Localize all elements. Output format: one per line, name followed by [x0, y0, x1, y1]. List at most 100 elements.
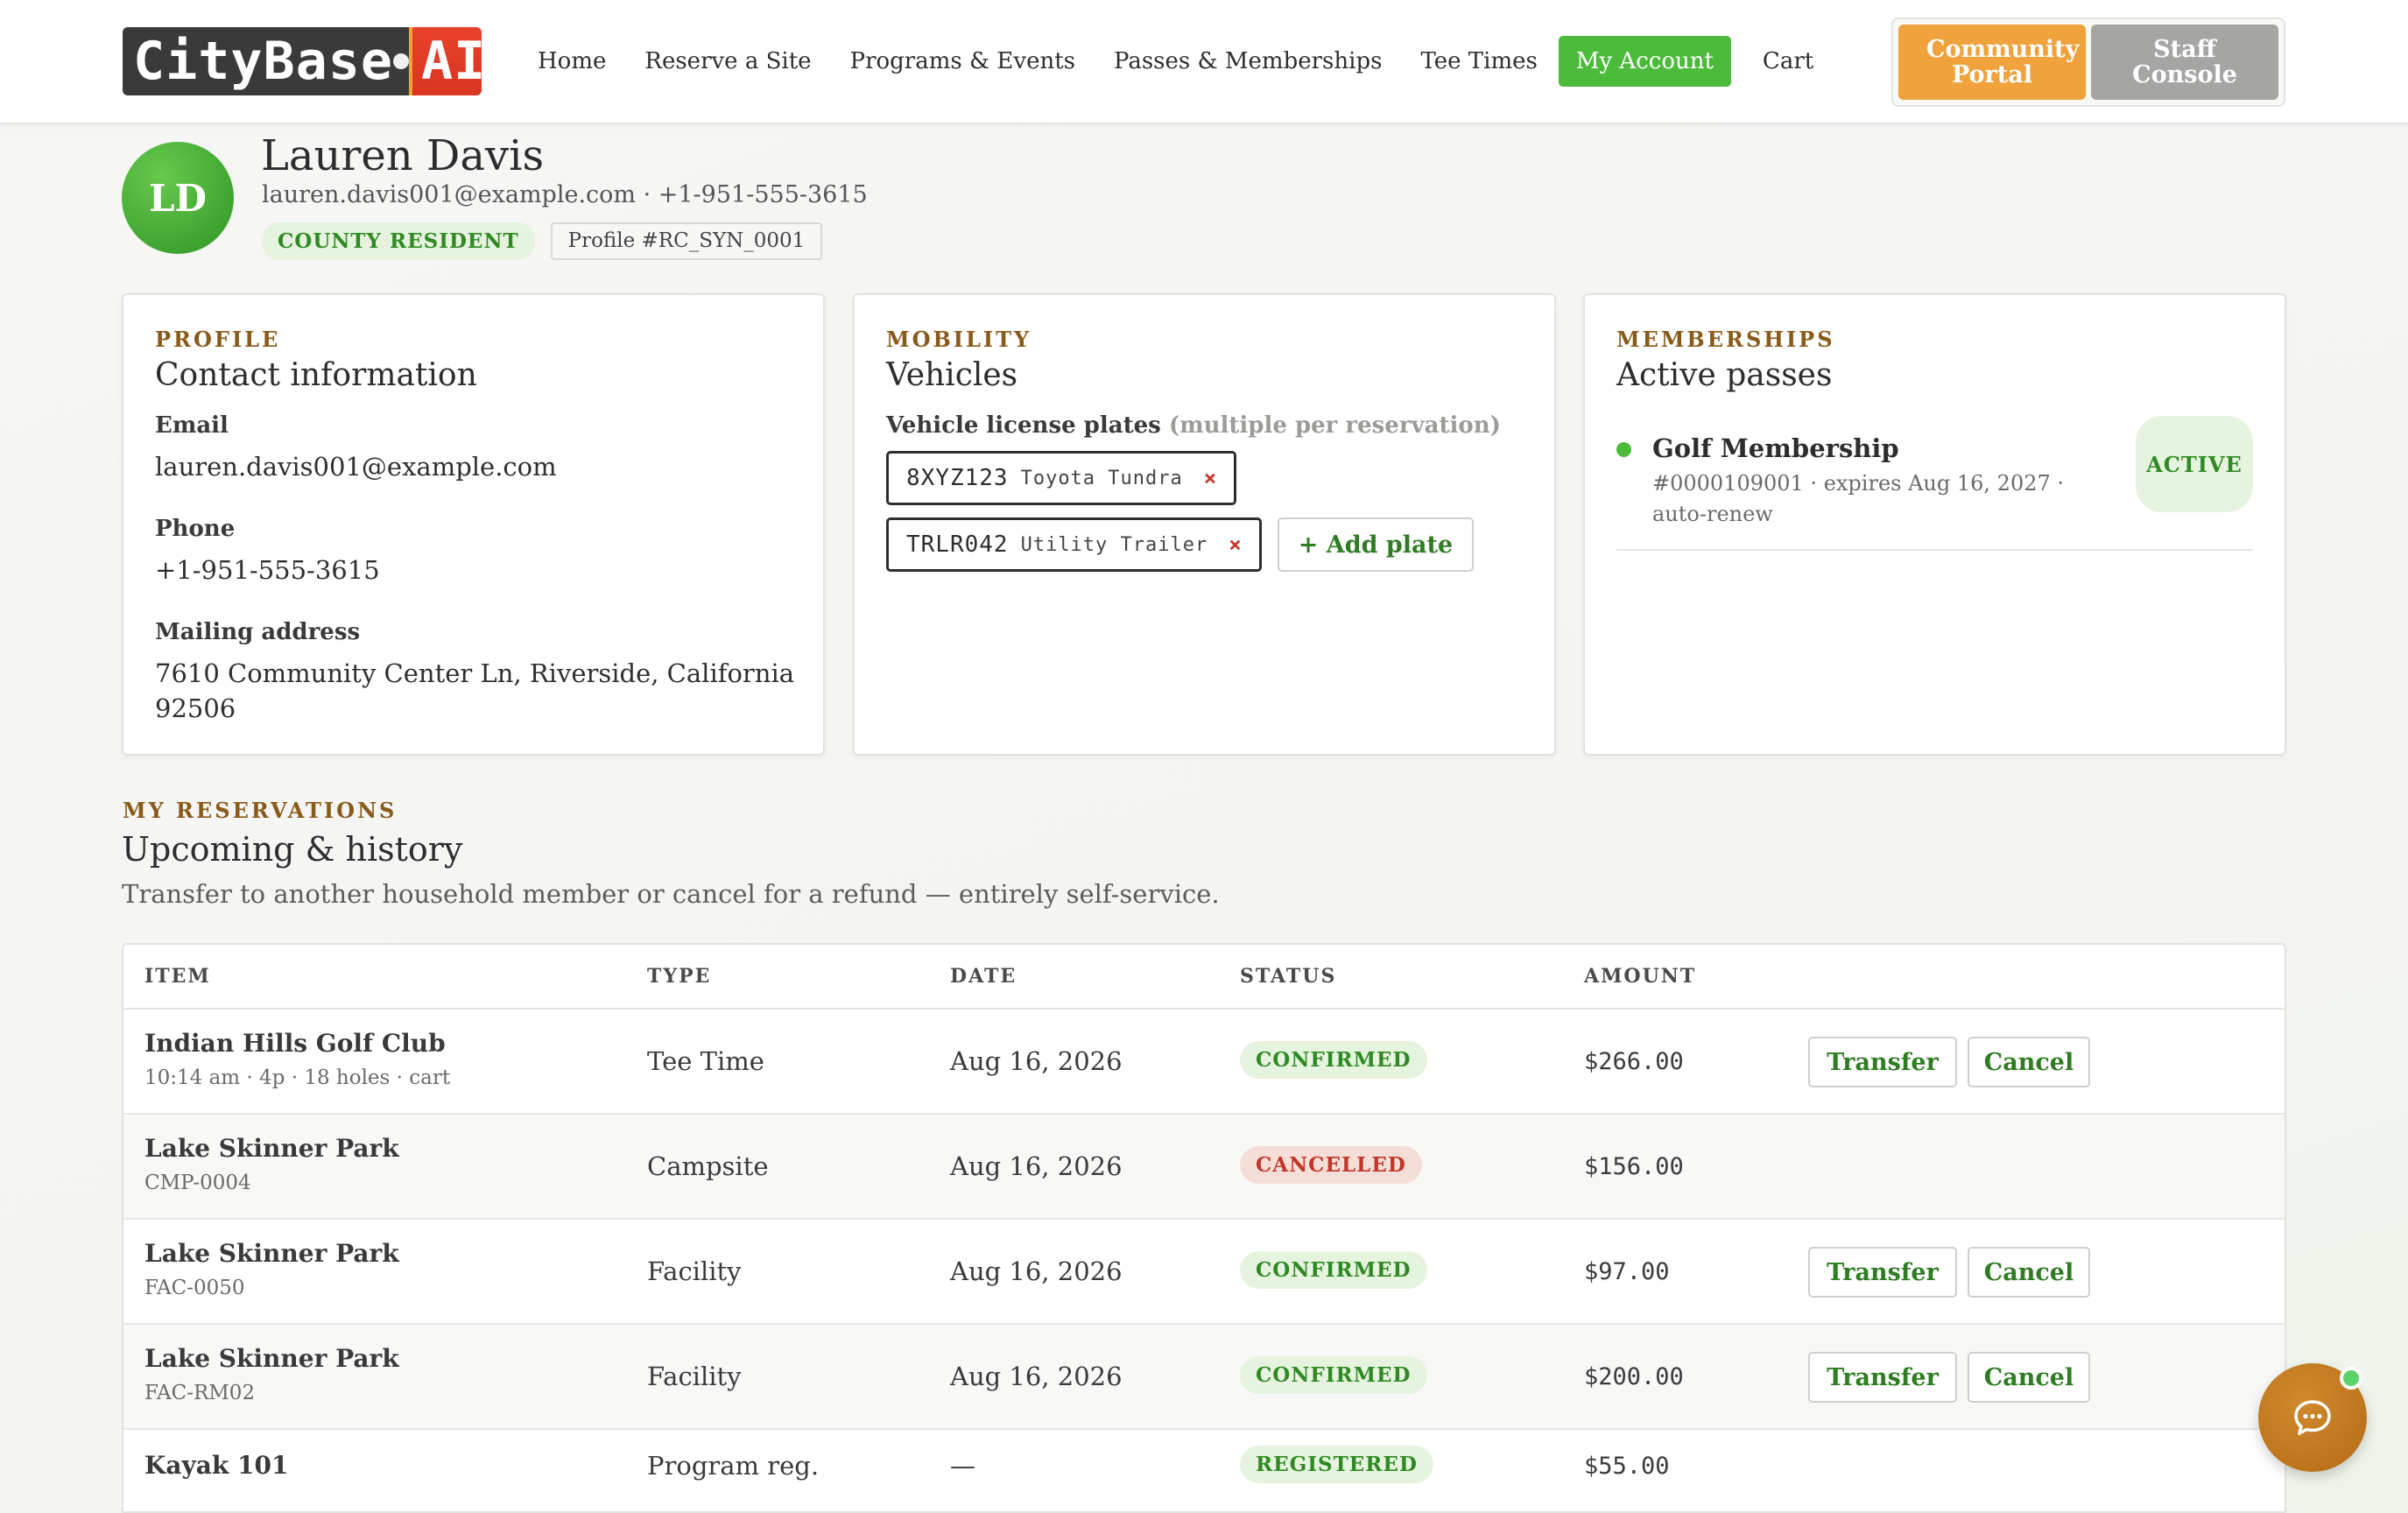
item-detail: FAC-RM02: [144, 1382, 256, 1404]
license-plate-chip: 8XYZ123 Toyota Tundra ×: [886, 451, 1237, 505]
chat-bubble-icon: [2294, 1400, 2331, 1435]
plates-label-text: Vehicle license plates: [886, 412, 1161, 439]
item-name: Lake Skinner Park: [144, 1239, 399, 1268]
item-name: Lake Skinner Park: [144, 1344, 399, 1373]
active-passes-card: MEMBERSHIPS Active passes Golf Membershi…: [1583, 293, 2286, 756]
column-header-date: DATE: [950, 965, 1017, 988]
profile-tags: COUNTY RESIDENT Profile #RC_SYN_0001: [262, 222, 823, 260]
nav-passes-memberships[interactable]: Passes & Memberships: [1114, 48, 1382, 74]
plates-label: Vehicle license plates (multiple per res…: [886, 412, 1523, 439]
date-cell: Aug 16, 2026: [950, 1046, 1123, 1076]
plate-number: 8XYZ123: [906, 465, 1009, 491]
plate-number: TRLR042: [906, 531, 1009, 558]
membership-name: Golf Membership: [1652, 433, 1899, 463]
plate-row: TRLR042 Utility Trailer × + Add plate: [886, 517, 1523, 572]
top-navigation-bar: CityBase AI Home Reserve a Site Programs…: [0, 0, 2408, 124]
membership-detail: #0000109001 · expires Aug 16, 2027 · aut…: [1652, 471, 2065, 526]
active-indicator-dot: [1616, 442, 1631, 457]
type-cell: Tee Time: [647, 1046, 764, 1076]
reservations-eyebrow: MY RESERVATIONS: [123, 798, 398, 823]
profile-name: Lauren Davis: [261, 131, 545, 180]
nav-programs-events[interactable]: Programs & Events: [850, 48, 1075, 74]
reservations-description: Transfer to another household member or …: [122, 879, 1220, 909]
table-row: Lake Skinner Park FAC-0050 Facility Aug …: [123, 1220, 2285, 1325]
item-detail: 10:14 am · 4p · 18 holes · cart: [144, 1066, 451, 1089]
item-cell: Indian Hills Golf Club 10:14 am · 4p · 1…: [144, 1029, 450, 1089]
transfer-button[interactable]: Transfer: [1808, 1352, 1957, 1403]
address-value: 7610 Community Center Ln, Riverside, Cal…: [155, 658, 795, 723]
type-cell: Facility: [647, 1362, 742, 1391]
contact-information-card: PROFILE Contact information Email lauren…: [122, 293, 825, 756]
community-portal-button[interactable]: Community Portal: [1898, 25, 2086, 100]
status-cell: CONFIRMED: [1240, 1356, 1427, 1394]
reservations-title: Upcoming & history: [122, 830, 463, 869]
card-title: Active passes: [1616, 357, 1833, 393]
membership-text: Golf Membership #0000109001 · expires Au…: [1652, 433, 2136, 530]
email-label: Email: [155, 412, 229, 439]
phone-label: Phone: [155, 516, 236, 542]
plate-row: 8XYZ123 Toyota Tundra ×: [886, 451, 1523, 505]
nav-home[interactable]: Home: [538, 48, 606, 74]
avatar: LD: [122, 142, 234, 254]
reservations-table: ITEM TYPE DATE STATUS AMOUNT Indian Hill…: [122, 943, 2286, 1513]
table-row: Lake Skinner Park CMP-0004 Campsite Aug …: [123, 1115, 2285, 1220]
remove-plate-icon[interactable]: ×: [1229, 532, 1241, 557]
cancel-button[interactable]: Cancel: [1968, 1037, 2090, 1087]
type-cell: Campsite: [647, 1151, 769, 1181]
online-status-dot: [2340, 1367, 2362, 1390]
citybase-logo[interactable]: CityBase AI: [123, 27, 482, 95]
plate-vehicle: Utility Trailer: [1020, 533, 1208, 556]
community-portal-label: Community Portal: [1926, 36, 2080, 88]
item-detail: CMP-0004: [144, 1172, 251, 1194]
item-name: Indian Hills Golf Club: [144, 1029, 446, 1058]
card-eyebrow: MOBILITY: [886, 327, 1032, 352]
membership-item[interactable]: Golf Membership #0000109001 · expires Au…: [1616, 416, 2253, 551]
column-header-status: STATUS: [1240, 965, 1337, 988]
card-eyebrow: MEMBERSHIPS: [1616, 327, 1835, 352]
license-plate-chip: TRLR042 Utility Trailer ×: [886, 517, 1262, 572]
status-cell: REGISTERED: [1240, 1446, 1433, 1483]
cancel-button[interactable]: Cancel: [1968, 1247, 2090, 1298]
remove-plate-icon[interactable]: ×: [1204, 466, 1216, 490]
table-row: Kayak 101 Program reg. — REGISTERED $55.…: [123, 1430, 2285, 1509]
status-badge: CONFIRMED: [1240, 1356, 1427, 1394]
item-cell: Lake Skinner Park FAC-0050: [144, 1239, 399, 1299]
logo-wordmark: CityBase: [123, 27, 393, 95]
date-cell: Aug 16, 2026: [950, 1362, 1123, 1391]
nav-cart[interactable]: Cart: [1763, 48, 1813, 74]
status-badge: CANCELLED: [1240, 1146, 1422, 1184]
nav-reserve-a-site[interactable]: Reserve a Site: [644, 48, 811, 74]
type-cell: Program reg.: [647, 1451, 820, 1481]
item-name: Kayak 101: [144, 1451, 289, 1480]
status-cell: CANCELLED: [1240, 1146, 1422, 1184]
transfer-button[interactable]: Transfer: [1808, 1037, 1957, 1087]
nav-tee-times[interactable]: Tee Times: [1420, 48, 1537, 74]
table-header: ITEM TYPE DATE STATUS AMOUNT: [123, 945, 2285, 1010]
logo-ai-badge: AI: [408, 27, 482, 95]
type-cell: Facility: [647, 1256, 742, 1286]
date-cell: Aug 16, 2026: [950, 1256, 1123, 1286]
transfer-button[interactable]: Transfer: [1808, 1247, 1957, 1298]
column-header-amount: AMOUNT: [1584, 965, 1697, 988]
status-badge: CONFIRMED: [1240, 1251, 1427, 1289]
card-eyebrow: PROFILE: [155, 327, 281, 352]
item-name: Lake Skinner Park: [144, 1134, 399, 1163]
resident-badge: COUNTY RESIDENT: [262, 222, 535, 260]
amount-cell: $55.00: [1584, 1453, 1670, 1480]
amount-cell: $266.00: [1584, 1048, 1684, 1075]
column-header-item: ITEM: [144, 965, 211, 988]
address-label: Mailing address: [155, 619, 361, 645]
card-title: Contact information: [155, 357, 477, 393]
cancel-button[interactable]: Cancel: [1968, 1352, 2090, 1403]
portal-switcher: Community Portal Staff Console: [1891, 18, 2285, 107]
status-cell: CONFIRMED: [1240, 1251, 1427, 1289]
profile-id-badge: Profile #RC_SYN_0001: [550, 222, 823, 260]
nav-my-account[interactable]: My Account: [1558, 36, 1731, 87]
date-cell: Aug 16, 2026: [950, 1151, 1123, 1181]
plate-vehicle: Toyota Tundra: [1020, 467, 1183, 489]
staff-console-button[interactable]: Staff Console: [2091, 25, 2278, 100]
add-plate-button[interactable]: + Add plate: [1277, 517, 1475, 572]
card-title: Vehicles: [886, 357, 1018, 393]
status-cell: CONFIRMED: [1240, 1041, 1427, 1079]
table-row: Indian Hills Golf Club 10:14 am · 4p · 1…: [123, 1010, 2285, 1115]
